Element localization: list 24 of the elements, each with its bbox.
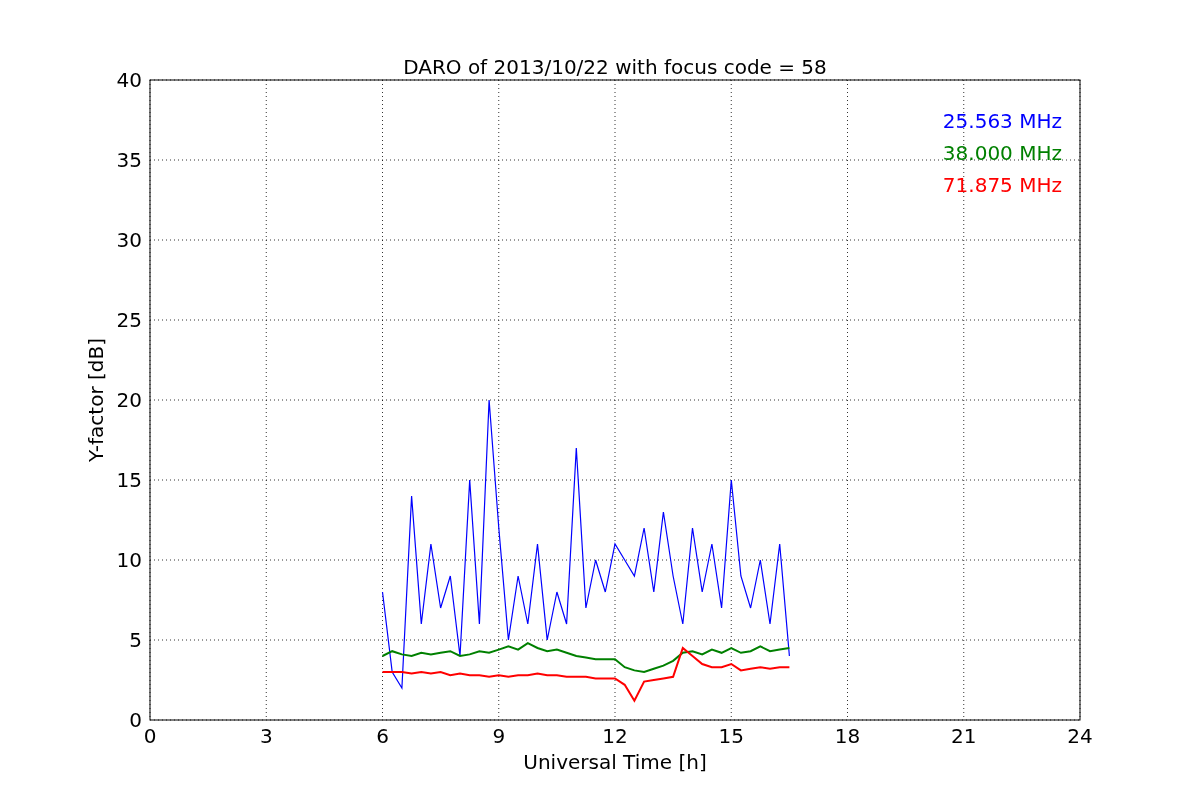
- tick-label: 9: [492, 724, 506, 748]
- tick-label: 20: [116, 388, 142, 412]
- tick-label: 10: [116, 548, 142, 572]
- tick-label: 0: [129, 708, 142, 732]
- tick-label: 25: [116, 308, 142, 332]
- tick-label: 18: [834, 724, 861, 748]
- tick-label: 40: [116, 68, 142, 92]
- tick-label: 5: [129, 628, 142, 652]
- tick-label: 35: [116, 148, 142, 172]
- tick-label: 15: [116, 468, 142, 492]
- legend-label: 38.000 MHz: [942, 141, 1062, 165]
- tick-label: 0: [143, 724, 157, 748]
- chart-title: DARO of 2013/10/22 with focus code = 58: [403, 55, 827, 79]
- tick-label: 21: [951, 724, 977, 748]
- tick-label: 12: [602, 724, 628, 748]
- legend-label: 71.875 MHz: [942, 173, 1062, 197]
- axis-label: Universal Time [h]: [523, 750, 707, 774]
- legend-label: 25.563 MHz: [942, 109, 1062, 133]
- tick-label: 3: [259, 724, 273, 748]
- tick-label: 24: [1067, 724, 1093, 748]
- tick-label: 30: [116, 228, 142, 252]
- tick-label: 6: [376, 724, 389, 748]
- axis-label: Y-factor [dB]: [84, 338, 108, 462]
- tick-label: 15: [718, 724, 744, 748]
